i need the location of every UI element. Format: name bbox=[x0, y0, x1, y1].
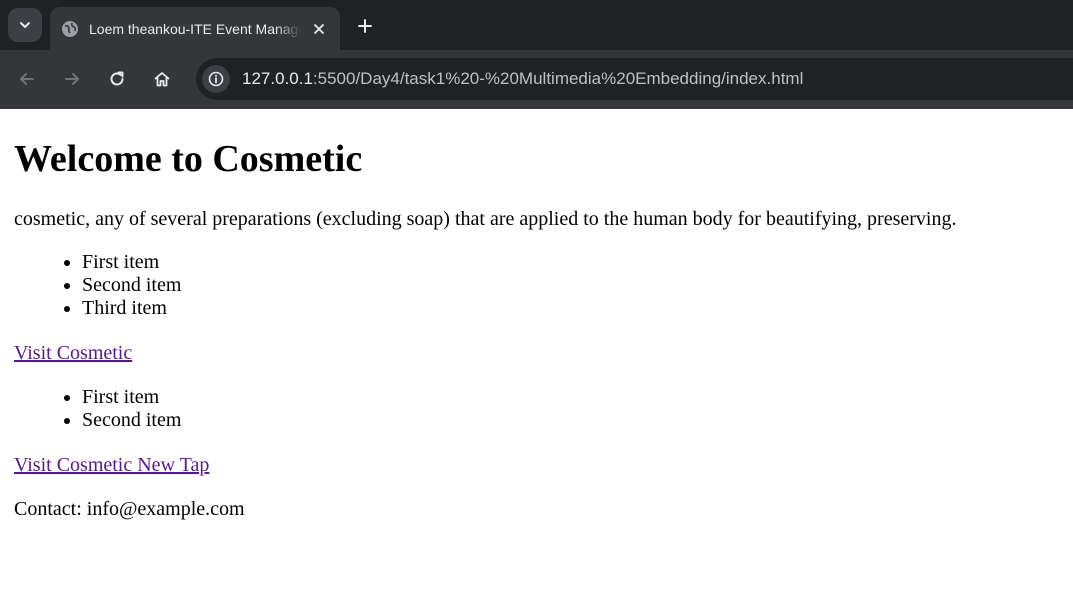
home-icon bbox=[154, 72, 170, 87]
description-paragraph: cosmetic, any of several preparations (e… bbox=[14, 208, 957, 230]
list-item: First item bbox=[82, 251, 1059, 274]
plus-icon bbox=[358, 19, 372, 33]
close-icon bbox=[314, 23, 324, 34]
second-list: First item Second item bbox=[14, 386, 1059, 432]
address-bar[interactable]: 127.0.0.1:5500/Day4/task1%20-%20Multimed… bbox=[196, 58, 1073, 100]
reload-button[interactable] bbox=[103, 65, 131, 93]
tab-strip: Loem theankou-ITE Event Management bbox=[0, 0, 1073, 50]
visit-cosmetic-new-tab-link[interactable]: Visit Cosmetic New Tap bbox=[14, 454, 209, 476]
info-icon bbox=[208, 71, 224, 87]
url-host: 127.0.0.1 bbox=[242, 69, 313, 88]
list-item: Third item bbox=[82, 297, 1059, 320]
visit-cosmetic-link[interactable]: Visit Cosmetic bbox=[14, 342, 132, 364]
arrow-right-icon bbox=[65, 73, 79, 85]
list-item: First item bbox=[82, 386, 1059, 409]
chevron-down-icon bbox=[20, 22, 30, 28]
page-content: Welcome to Cosmetic cosmetic, any of sev… bbox=[0, 137, 1073, 521]
tab-title: Loem theankou-ITE Event Management bbox=[89, 20, 301, 37]
url-text[interactable]: 127.0.0.1:5500/Day4/task1%20-%20Multimed… bbox=[242, 69, 803, 89]
browser-toolbar: 127.0.0.1:5500/Day4/task1%20-%20Multimed… bbox=[0, 50, 1073, 109]
tab-search-button[interactable] bbox=[8, 8, 42, 42]
arrow-left-icon bbox=[20, 73, 34, 85]
forward-button[interactable] bbox=[58, 65, 86, 93]
list-item: Second item bbox=[82, 409, 1059, 432]
back-button[interactable] bbox=[13, 65, 41, 93]
list-item: Second item bbox=[82, 274, 1059, 297]
globe-icon bbox=[61, 20, 79, 38]
new-tab-button[interactable] bbox=[353, 14, 377, 38]
contact-text: Contact: info@example.com bbox=[14, 498, 245, 520]
url-path: :5500/Day4/task1%20-%20Multimedia%20Embe… bbox=[312, 69, 804, 88]
page-heading: Welcome to Cosmetic bbox=[14, 138, 363, 180]
site-info-button[interactable] bbox=[202, 65, 230, 93]
home-button[interactable] bbox=[148, 65, 176, 93]
active-tab[interactable]: Loem theankou-ITE Event Management bbox=[50, 7, 340, 50]
close-tab-button[interactable] bbox=[309, 19, 329, 39]
first-list: First item Second item Third item bbox=[14, 251, 1059, 320]
reload-icon bbox=[110, 71, 124, 86]
